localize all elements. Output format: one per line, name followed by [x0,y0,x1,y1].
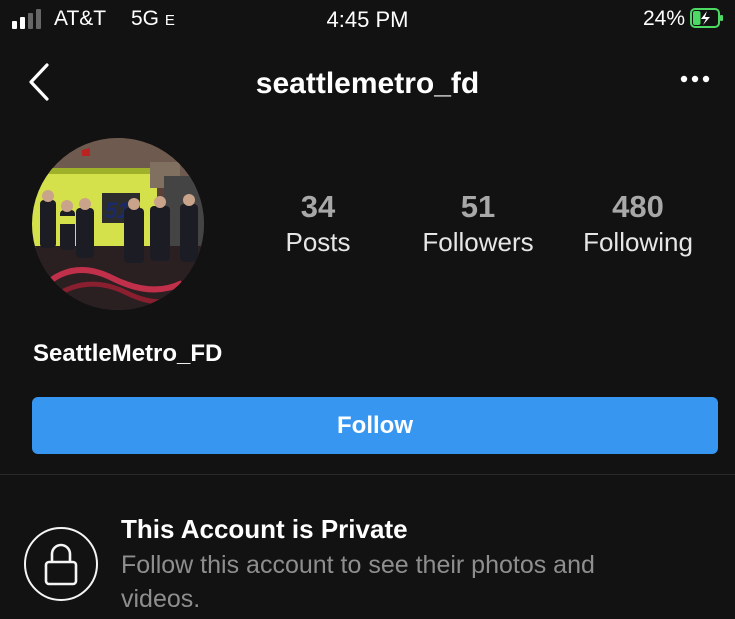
profile-avatar[interactable]: 51 [32,138,204,310]
status-time: 4:45 PM [326,7,409,32]
followers-value: 51 [460,189,496,224]
following-label: Following [583,227,693,257]
status-bar: AT&T 5G E 4:45 PM 24% [0,0,735,40]
profile-photo: 51 [32,138,204,310]
follow-button[interactable]: Follow [32,397,718,454]
followers-count[interactable]: 51 Followers [398,188,558,260]
posts-label: Posts [285,227,351,257]
posts-count[interactable]: 34 Posts [238,188,398,260]
battery-percent: 24% [642,7,685,30]
following-value: 480 [612,189,664,224]
posts-value: 34 [300,189,336,224]
private-account-description: Follow this account to see their photos … [121,551,595,613]
section-divider [0,474,735,475]
following-count[interactable]: 480 Following [558,188,718,260]
followers-label: Followers [422,227,534,257]
lock-icon [44,543,78,586]
private-lock-badge [24,527,98,601]
profile-header: seattlemetro_fd [0,55,735,110]
private-account-title: This Account is Private [121,514,408,544]
profile-username: seattlemetro_fd [255,67,480,100]
profile-display-name: SeattleMetro_FD [33,340,223,367]
more-horizontal-icon[interactable] [679,73,711,85]
battery-charging-icon [690,8,723,28]
